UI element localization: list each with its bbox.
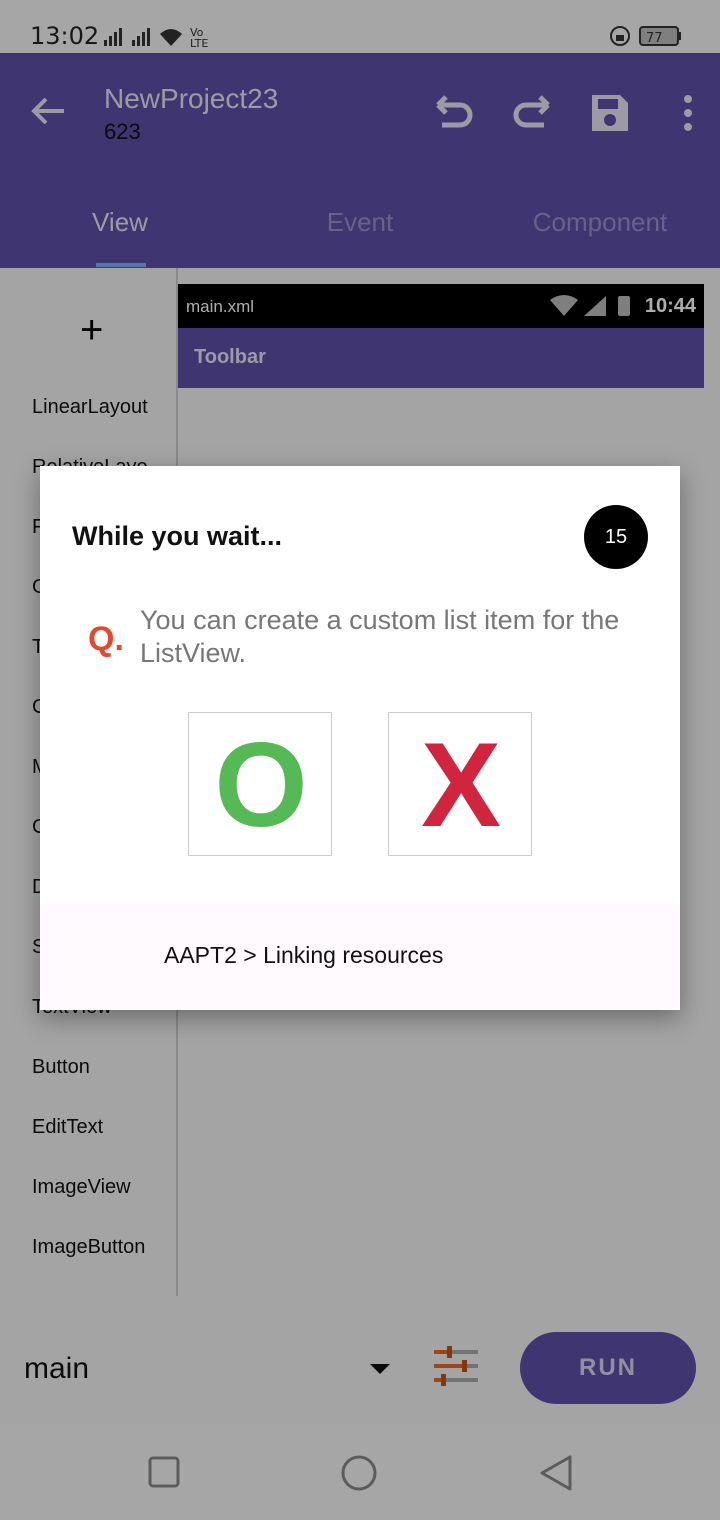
build-progress-text: AAPT2 > Linking resources (164, 942, 444, 968)
dialog-title: While you wait... (72, 521, 283, 551)
question-prefix: Q. (88, 620, 124, 658)
question-text: You can create a custom list item for th… (140, 605, 620, 668)
answer-o-label: O (214, 718, 308, 852)
quiz-dialog: While you wait... 15 Q. You can create a… (40, 466, 680, 1010)
countdown-badge: 15 (584, 505, 648, 569)
answer-true-button[interactable]: O (188, 712, 332, 856)
answer-x-label: X (420, 718, 502, 852)
build-progress-footer: AAPT2 > Linking resources (40, 904, 680, 1010)
answer-false-button[interactable]: X (388, 712, 532, 856)
